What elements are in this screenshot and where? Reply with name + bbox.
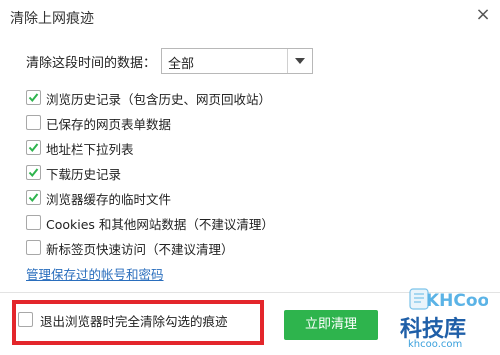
option-label: Cookies 和其他网站数据（不建议清理）: [46, 217, 274, 232]
clear-history-dialog: 清除上网痕迹 × 清除这段时间的数据： 全部 浏览历史记录（包含历史、网页回收站…: [0, 0, 500, 355]
checkbox[interactable]: [26, 115, 41, 130]
option-label: 浏览器缓存的临时文件: [46, 192, 172, 207]
option-label: 下载历史记录: [46, 167, 122, 182]
checkbox[interactable]: [26, 190, 41, 205]
close-icon[interactable]: ×: [470, 2, 496, 28]
watermark-logo-text: KHCoo: [426, 291, 488, 311]
checkbox[interactable]: [26, 165, 41, 180]
watermark-domain: khcoo.com: [408, 339, 463, 350]
watermark-logo: KHCoo: [409, 288, 488, 311]
checkbox[interactable]: [18, 312, 33, 327]
checkmark-icon: [28, 168, 39, 178]
dropdown-button[interactable]: [287, 49, 312, 73]
time-range-value: 全部: [168, 57, 195, 72]
checkbox[interactable]: [26, 140, 41, 155]
clear-now-button[interactable]: 立即清理: [284, 310, 378, 340]
option-label: 地址栏下拉列表: [46, 142, 134, 157]
option-label: 浏览历史记录（包含历史、网页回收站）: [46, 92, 272, 107]
checkbox[interactable]: [26, 240, 41, 255]
checkmark-icon: [28, 143, 39, 153]
manage-passwords-link[interactable]: 管理保存过的帐号和密码: [26, 264, 164, 283]
option-label: 退出浏览器时完全清除勾选的痕迹: [40, 314, 228, 329]
option-label: 已保存的网页表单数据: [46, 117, 172, 132]
dialog-title: 清除上网痕迹: [10, 11, 94, 27]
time-range-select[interactable]: 全部: [161, 48, 313, 74]
checkbox[interactable]: [26, 90, 41, 105]
option-label: 新标签页快速访问（不建议清理）: [46, 242, 234, 257]
checkmark-icon: [28, 93, 39, 103]
title-bar: 清除上网痕迹 ×: [0, 0, 500, 34]
checkbox[interactable]: [26, 215, 41, 230]
checkmark-icon: [28, 193, 39, 203]
time-range-label: 清除这段时间的数据：: [26, 56, 157, 71]
chevron-down-icon: [295, 58, 305, 64]
